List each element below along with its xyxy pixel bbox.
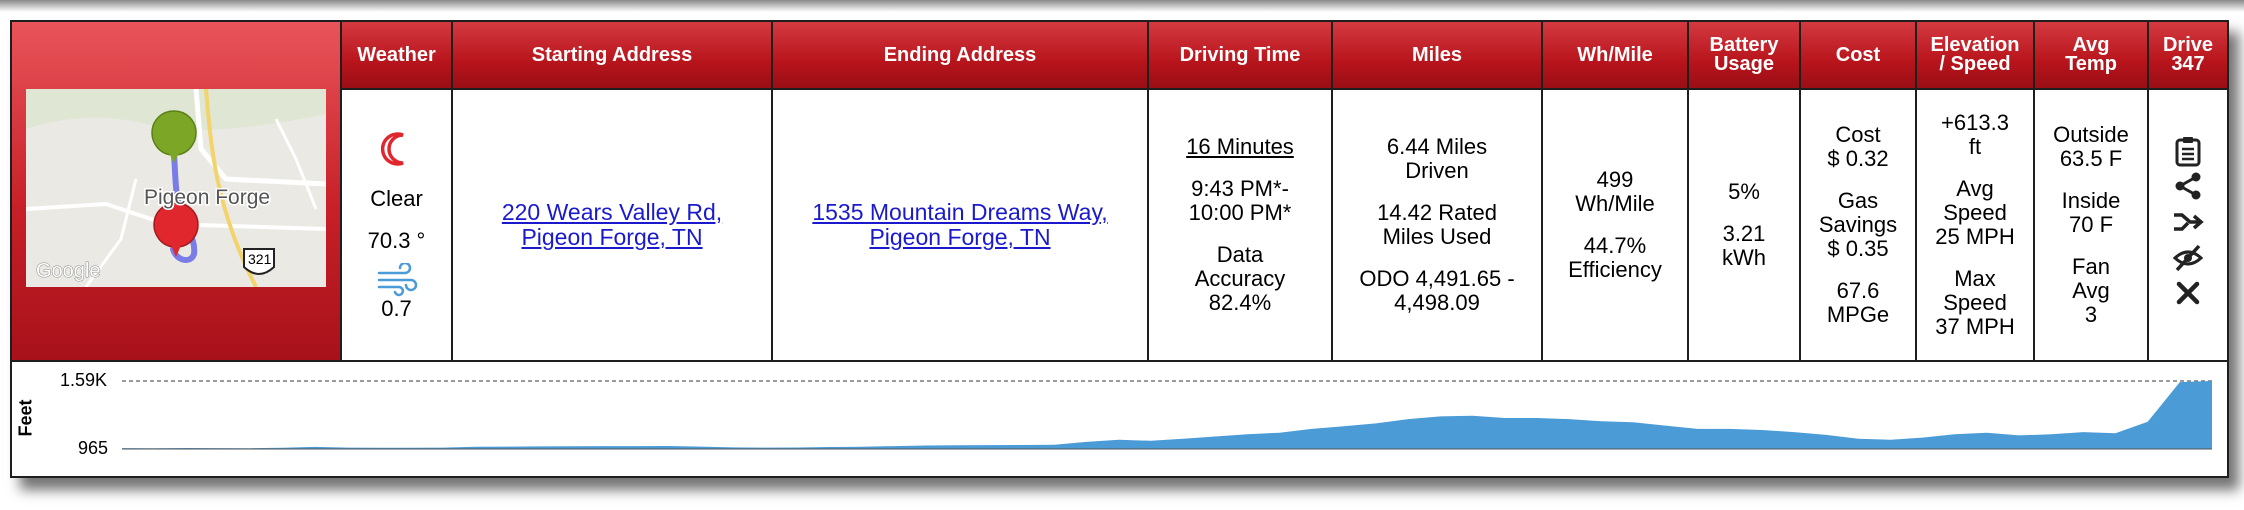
header-weather[interactable]: Weather [342,22,453,90]
elevation-area-svg [122,380,2212,450]
header-starting-address[interactable]: Starting Address [452,22,773,90]
rated-miles-used: 14.42 Rated Miles Used [1377,200,1497,249]
notes-icon[interactable] [2153,135,2223,171]
elevation-chart: Feet 1.59K 965 [12,360,2227,476]
cost-cell: Cost $ 0.32 Gas Savings $ 0.35 67.6 MPGe [1800,89,1917,360]
header-ending-address[interactable]: Ending Address [772,22,1149,90]
delete-icon[interactable] [2153,279,2223,315]
mpge: 67.6 MPGe [1826,278,1890,327]
driving-time-cell: 16 Minutes 9:43 PM*- 10:00 PM* Data Accura… [1148,89,1333,360]
header-drive-number[interactable]: Drive 347 [2148,22,2227,90]
hide-icon[interactable] [2153,243,2223,279]
map-provider-logo: Google [36,260,101,282]
header-cost[interactable]: Cost [1800,22,1917,90]
route-map[interactable]: Pigeon Forge 321 Google [26,89,326,287]
outside-temp: Outside 63.5 F [2053,122,2129,171]
max-speed: Max Speed 37 MPH [1935,266,2015,339]
gas-savings: Gas Savings $ 0.35 [1818,188,1898,261]
wind-icon [346,261,447,297]
top-shadow [0,0,2244,12]
driving-duration[interactable]: 16 Minutes [1153,135,1327,159]
trip-table: Weather Starting Address Ending Address … [342,22,2227,360]
battery-kwh: 3.21 kWh [1722,221,1766,270]
map-svg: Pigeon Forge 321 Google [26,89,326,287]
header-battery-usage[interactable]: Battery Usage [1688,22,1801,90]
trip-cost: Cost $ 0.32 [1827,122,1889,171]
elevation-speed-cell: +613.3 ft Avg Speed 25 MPH Max Speed 37 MPH [1916,89,2035,360]
data-accuracy: Data Accuracy 82.4% [1194,242,1286,315]
driving-time-range: 9:43 PM*- 10:00 PM* [1188,176,1292,225]
svg-text:321: 321 [248,251,272,267]
starting-address-link[interactable]: 220 Wears Valley Rd, Pigeon Forge, TN [502,199,722,250]
header-miles[interactable]: Miles [1332,22,1543,90]
ending-address-link[interactable]: 1535 Mountain Dreams Way, Pigeon Forge, T… [812,199,1107,250]
wind-speed: 0.7 [381,296,412,321]
avg-speed: Avg Speed 25 MPH [1935,176,2015,249]
fan-avg: Fan Avg 3 [2072,254,2110,327]
merge-icon[interactable] [2153,207,2223,243]
weather-cell: Clear 70.3 ° 0.7 [342,89,453,360]
weather-temperature: 70.3 ° [367,228,426,253]
header-driving-time[interactable]: Driving Time [1148,22,1333,90]
battery-percent: 5% [1728,179,1760,204]
ending-address-cell: 1535 Mountain Dreams Way, Pigeon Forge, T… [772,89,1149,360]
weather-condition: Clear [370,186,423,211]
header-elevation-speed[interactable]: Elevation / Speed [1916,22,2035,90]
wh-per-mile: 499 Wh/Mile [1575,167,1655,216]
battery-usage-cell: 5% 3.21 kWh [1688,89,1801,360]
efficiency: 44.7% Efficiency [1568,233,1662,282]
trip-card: Pigeon Forge 321 Google Weather Starting… [10,20,2229,478]
header-row: Weather Starting Address Ending Address … [342,22,2227,90]
miles-cell: 6.44 Miles Driven 14.42 Rated Miles Used O… [1332,89,1543,360]
trip-row: Clear 70.3 ° 0.7 220 Wears Valley Rd, Pig… [342,89,2227,360]
inside-temp: Inside 70 F [2061,188,2121,237]
share-icon[interactable] [2153,171,2223,207]
header-wh-mile[interactable]: Wh/Mile [1542,22,1689,90]
crescent-moon-icon [346,129,447,169]
map-place-label: Pigeon Forge [144,186,270,209]
route-shield-icon: 321 [243,248,275,275]
wh-mile-cell: 499 Wh/Mile 44.7% Efficiency [1542,89,1689,360]
elevation-change: +613.3 ft [1941,110,2009,159]
starting-address-cell: 220 Wears Valley Rd, Pigeon Forge, TN [452,89,773,360]
miles-driven: 6.44 Miles Driven [1386,134,1488,183]
header-avg-temp[interactable]: Avg Temp [2034,22,2149,90]
map-panel: Pigeon Forge 321 Google [12,22,342,360]
odometer-range: ODO 4,491.65 -4,498.09 [1359,266,1515,315]
elevation-area [122,381,2212,449]
actions-cell [2148,89,2227,360]
avg-temp-cell: Outside 63.5 F Inside 70 F Fan Avg 3 [2034,89,2149,360]
